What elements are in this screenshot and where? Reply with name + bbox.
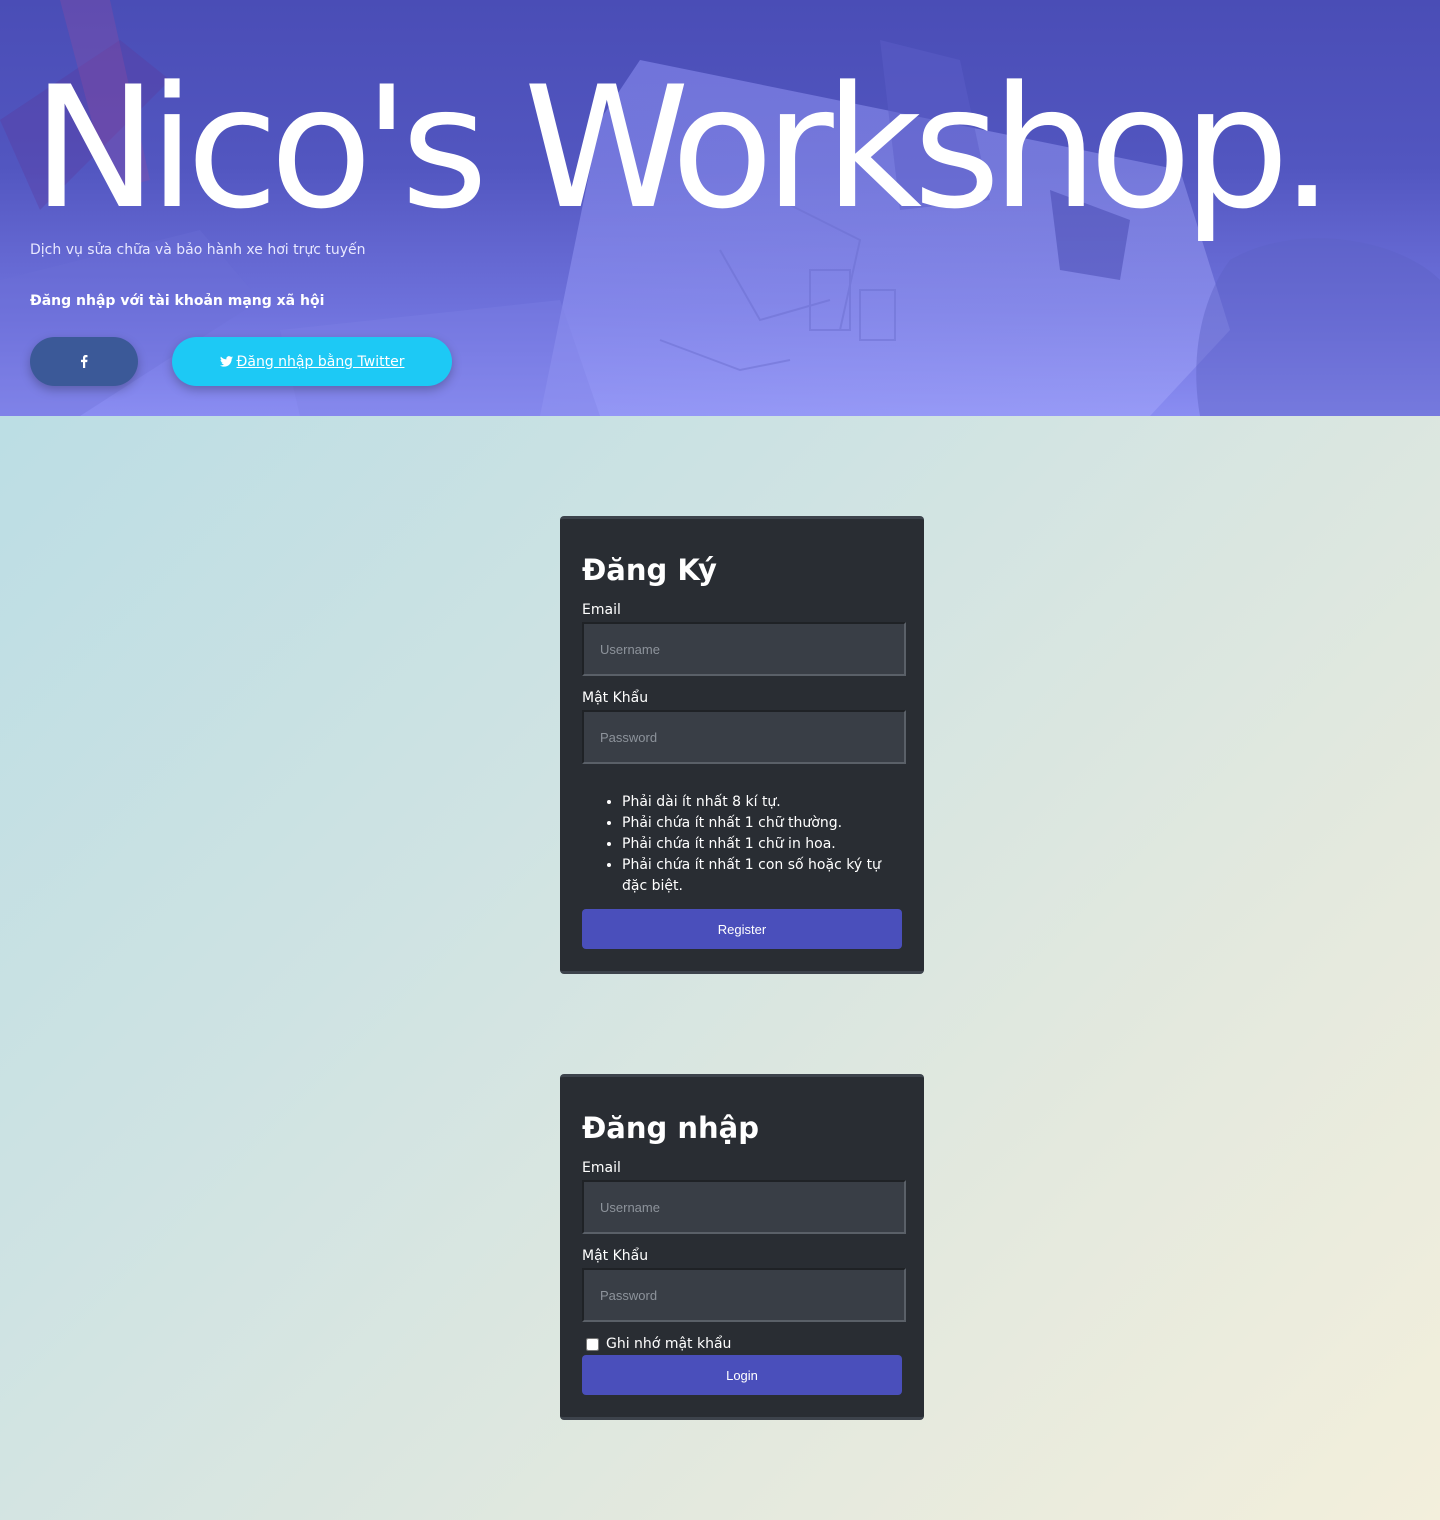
register-title: Đăng Ký	[582, 553, 717, 587]
register-password-input[interactable]	[582, 710, 906, 764]
remember-password-label: Ghi nhớ mật khẩu	[606, 1336, 732, 1352]
register-password-label: Mật Khẩu	[582, 690, 649, 706]
register-card: Đăng Ký Email Mật Khẩu Phải dài ít nhất …	[560, 516, 924, 974]
facebook-login-button[interactable]	[30, 337, 138, 386]
password-rule: Phải chứa ít nhất 1 chữ in hoa.	[622, 834, 900, 855]
login-email-input[interactable]	[582, 1180, 906, 1234]
login-button[interactable]: Login	[582, 1355, 902, 1395]
twitter-login-button[interactable]: Đăng nhập bằng Twitter	[172, 337, 452, 386]
twitter-icon	[219, 356, 233, 367]
hero-banner: Nico's Workshop. Dịch vụ sửa chữa và bảo…	[0, 0, 1440, 416]
login-password-label: Mật Khẩu	[582, 1248, 649, 1264]
register-email-label: Email	[582, 602, 621, 618]
social-login-heading: Đăng nhập với tài khoản mạng xã hội	[30, 293, 325, 309]
twitter-login-label: Đăng nhập bằng Twitter	[236, 353, 405, 370]
password-rules-list: Phải dài ít nhất 8 kí tự. Phải chứa ít n…	[600, 792, 900, 897]
password-rule: Phải chứa ít nhất 1 chữ thường.	[622, 813, 900, 834]
site-title: Nico's Workshop.	[32, 50, 1334, 246]
facebook-icon	[81, 355, 88, 368]
site-subtitle: Dịch vụ sửa chữa và bảo hành xe hơi trực…	[30, 242, 366, 258]
remember-password-checkbox[interactable]	[586, 1337, 599, 1351]
password-rule: Phải chứa ít nhất 1 con số hoặc ký tự đặ…	[622, 855, 900, 897]
login-card: Đăng nhập Email Mật Khẩu Ghi nhớ mật khẩ…	[560, 1074, 924, 1420]
login-email-label: Email	[582, 1160, 621, 1176]
remember-password[interactable]: Ghi nhớ mật khẩu	[586, 1336, 731, 1352]
register-email-input[interactable]	[582, 622, 906, 676]
login-password-input[interactable]	[582, 1268, 906, 1322]
login-title: Đăng nhập	[582, 1111, 759, 1145]
password-rule: Phải dài ít nhất 8 kí tự.	[622, 792, 900, 813]
register-button[interactable]: Register	[582, 909, 902, 949]
